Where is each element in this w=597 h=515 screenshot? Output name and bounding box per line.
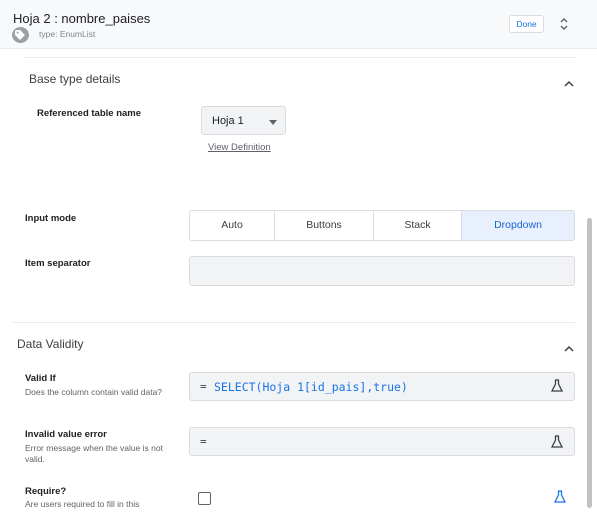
require-checkbox[interactable]	[198, 492, 211, 505]
flask-icon[interactable]	[553, 490, 567, 503]
valid-if-description: Does the column contain valid data?	[25, 387, 163, 397]
data-validity-section-title[interactable]: Data Validity	[17, 337, 83, 351]
equals-sign: =	[200, 380, 207, 393]
column-title: Hoja 2 : nombre_paises	[13, 11, 151, 26]
type-prefix: type:	[39, 29, 58, 39]
column-type: type: EnumList	[39, 29, 95, 39]
section-divider	[13, 322, 575, 323]
require-description: Are users required to fill in this	[25, 499, 140, 509]
column-header: Hoja 2 : nombre_paises type: EnumList Do…	[0, 0, 597, 49]
base-type-section-title[interactable]: Base type details	[29, 72, 120, 86]
unfold-icon[interactable]	[557, 16, 571, 32]
tag-icon	[12, 27, 29, 43]
item-separator-label: Item separator	[25, 258, 91, 269]
item-separator-input[interactable]	[189, 256, 575, 286]
view-definition-link[interactable]: View Definition	[208, 142, 271, 153]
flask-icon[interactable]	[550, 379, 564, 392]
chevron-up-icon[interactable]	[563, 75, 575, 87]
input-mode-stack[interactable]: Stack	[373, 210, 462, 241]
section-divider	[24, 57, 575, 58]
input-mode-label: Input mode	[25, 213, 77, 224]
input-mode-auto[interactable]: Auto	[189, 210, 275, 241]
require-label: Require?	[25, 486, 67, 497]
type-value: EnumList	[59, 29, 96, 39]
valid-if-label: Valid If	[25, 373, 56, 384]
invalid-error-description: Error message when the value is not vali…	[25, 443, 163, 464]
flask-icon[interactable]	[550, 435, 564, 448]
invalid-error-formula-field[interactable]: =	[189, 427, 575, 456]
invalid-error-label: Invalid value error	[25, 429, 107, 440]
valid-if-formula-field[interactable]: = SELECT(Hoja 1[id_pais],true)	[189, 372, 575, 401]
chevron-up-icon[interactable]	[563, 340, 575, 352]
caret-down-icon	[269, 120, 277, 125]
referenced-table-value: Hoja 1	[212, 115, 244, 127]
input-mode-dropdown[interactable]: Dropdown	[461, 210, 575, 241]
done-button[interactable]: Done	[509, 15, 544, 33]
equals-sign: =	[200, 435, 207, 448]
referenced-table-label: Referenced table name	[37, 108, 142, 119]
vertical-scrollbar[interactable]	[587, 218, 592, 508]
input-mode-buttons[interactable]: Buttons	[274, 210, 374, 241]
referenced-table-select[interactable]: Hoja 1	[201, 106, 286, 135]
valid-if-expression: SELECT(Hoja 1[id_pais],true)	[214, 380, 408, 394]
